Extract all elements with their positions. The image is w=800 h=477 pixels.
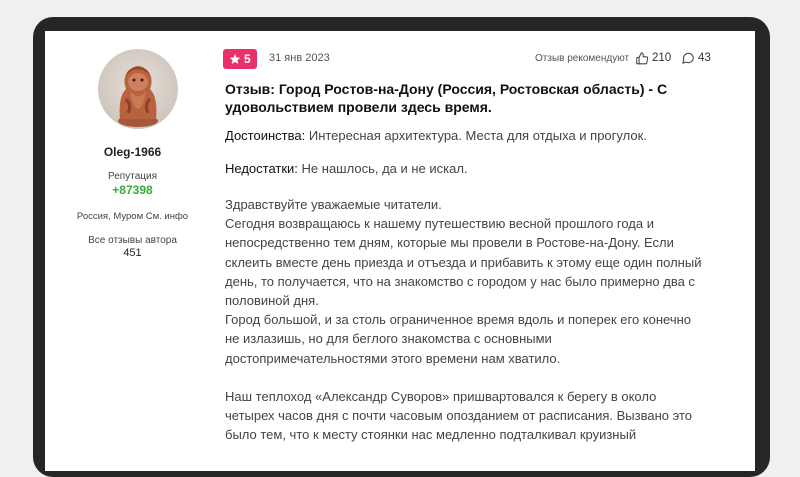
rating-badge: 5 <box>223 49 257 69</box>
rating-value: 5 <box>244 52 251 66</box>
review-date: 31 янв 2023 <box>269 52 330 64</box>
cons-section: Недостатки: Не нашлось, да и не искал. <box>225 161 715 176</box>
like-button[interactable]: 210 <box>635 51 671 65</box>
pros-label: Достоинства: <box>225 128 306 143</box>
review-paragraph: Наш теплоход «Александр Суворов» пришвар… <box>225 389 692 443</box>
review-paragraph: Сегодня возвращаюсь к нашему путешествию… <box>225 216 702 309</box>
author-location[interactable]: Россия, Муром См. инфо <box>45 211 220 222</box>
avatar[interactable] <box>98 49 178 129</box>
review-body: Здравствуйте уважаемые читатели. Сегодня… <box>225 195 705 445</box>
cons-text: Не нашлось, да и не искал. <box>301 161 468 176</box>
all-reviews-count[interactable]: 451 <box>45 247 220 259</box>
review-title: Отзыв: Город Ростов-на-Дону (Россия, Рос… <box>225 81 668 115</box>
review-paragraph: Здравствуйте уважаемые читатели. <box>225 197 442 212</box>
reputation-label: Репутация <box>108 171 157 182</box>
reputation-value: +87398 <box>112 183 153 197</box>
pros-section: Достоинства: Интересная архитектура. Мес… <box>225 128 715 143</box>
pros-text: Интересная архитектура. Места для отдыха… <box>308 128 647 143</box>
comments-button[interactable]: 43 <box>681 51 711 65</box>
author-name[interactable]: Oleg-1966 <box>45 145 220 159</box>
recommend-label: Отзыв рекомендуют <box>535 53 630 64</box>
likes-count: 210 <box>652 52 672 64</box>
comment-icon <box>682 52 694 64</box>
star-icon <box>229 54 241 64</box>
comments-count: 43 <box>698 52 711 64</box>
review-paragraph: Город большой, и за столь ограниченное в… <box>225 312 692 366</box>
avatar-figurine-image <box>118 66 158 127</box>
all-reviews-link[interactable]: Все отзывы автора <box>45 235 220 246</box>
review-page: Oleg-1966 Репутация +87398 Россия, Муром… <box>45 31 755 471</box>
device-notch <box>362 17 439 31</box>
thumbs-up-icon <box>636 52 649 65</box>
cons-label: Недостатки: <box>225 161 298 176</box>
